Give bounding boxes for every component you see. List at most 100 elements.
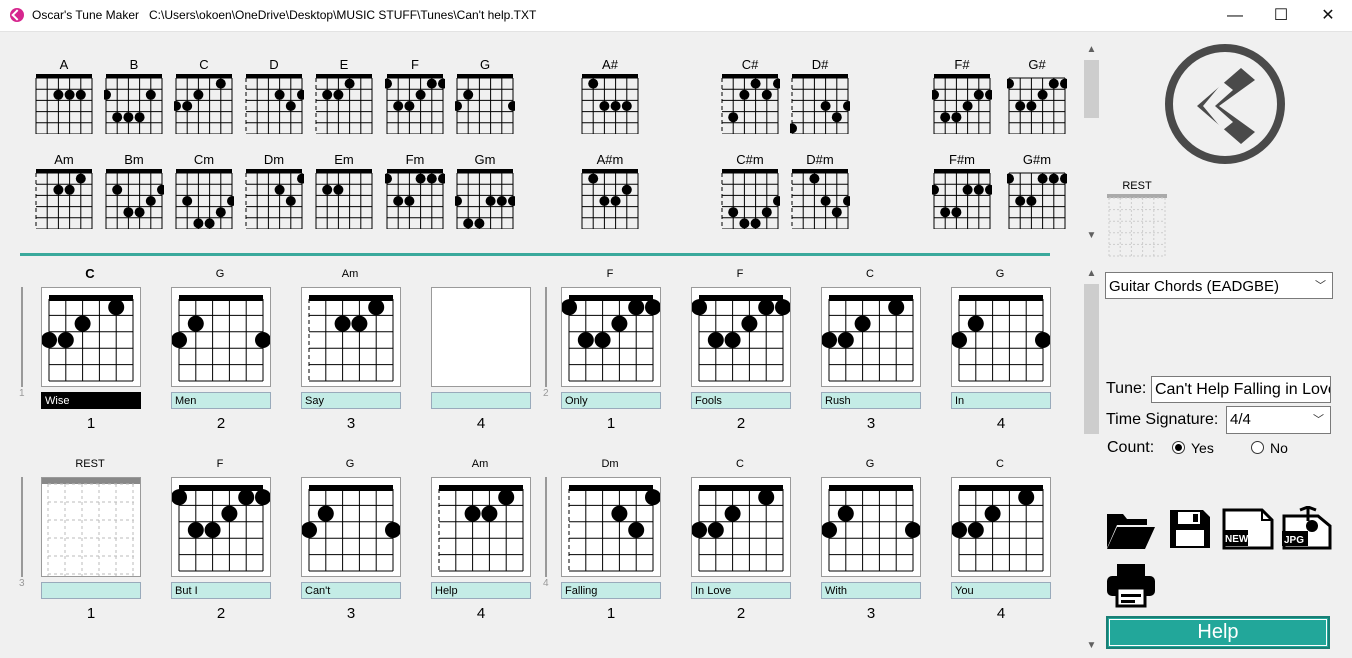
tune-scroll-thumb[interactable] <box>1084 284 1099 434</box>
beat-chord-box[interactable] <box>691 287 791 387</box>
open-folder-icon[interactable] <box>1105 508 1157 552</box>
save-disk-icon[interactable] <box>1168 508 1212 550</box>
tune-input[interactable]: Can't Help Falling in Love <box>1151 376 1331 403</box>
palette-chord-g[interactable] <box>455 72 515 134</box>
palette-chord-e[interactable] <box>314 72 374 134</box>
palette-chord-c[interactable] <box>174 72 234 134</box>
palette-chord-g-sharpm[interactable]: 4 <box>1007 167 1067 229</box>
palette-chord-d-sharp[interactable] <box>790 72 850 134</box>
palette-chord-bm[interactable] <box>104 167 164 229</box>
finger-dot <box>951 207 962 218</box>
rest-tile[interactable] <box>1107 194 1167 258</box>
beat-chord-box[interactable] <box>301 477 401 577</box>
palette-chord-g-sharp[interactable]: 4 <box>1007 72 1067 134</box>
palette-chord-b[interactable] <box>104 72 164 134</box>
palette-chord-cm[interactable] <box>174 167 234 229</box>
minimize-button[interactable]: — <box>1212 0 1258 31</box>
new-file-icon[interactable]: NEW <box>1222 508 1274 550</box>
beat-chord-box[interactable] <box>821 477 921 577</box>
time-signature-select[interactable]: 4/4 ﹀ <box>1226 406 1331 434</box>
lyric-field[interactable]: Only <box>561 392 661 409</box>
palette-chord-d-sharpm[interactable] <box>790 167 850 229</box>
palette-chord-gm[interactable] <box>455 167 515 229</box>
palette-chord-label: D#m <box>806 152 834 167</box>
lyric-field[interactable] <box>41 582 141 599</box>
palette-chord-f[interactable] <box>385 72 445 134</box>
beat-chord-box[interactable] <box>301 287 401 387</box>
lyric-field[interactable]: In <box>951 392 1051 409</box>
help-button[interactable]: Help <box>1106 616 1330 649</box>
beat-chord-box[interactable] <box>691 477 791 577</box>
finger-dot <box>621 101 632 111</box>
beat-chord-box[interactable] <box>561 477 661 577</box>
palette-chord-f-sharpm[interactable] <box>932 167 992 229</box>
lyric-field[interactable] <box>431 392 531 409</box>
scroll-down-arrow[interactable]: ▼ <box>1083 640 1100 651</box>
tune-scrollbar[interactable]: ▲ ▼ <box>1083 268 1100 654</box>
finger-dot <box>112 112 123 123</box>
lyric-field[interactable]: Help <box>431 582 531 599</box>
beat-chord-box[interactable] <box>561 287 661 387</box>
scroll-up-arrow[interactable]: ▲ <box>1083 268 1100 279</box>
finger-dot <box>821 522 837 538</box>
count-no-label[interactable]: No <box>1270 440 1288 456</box>
beat-chord-box[interactable] <box>171 477 271 577</box>
lyric-field[interactable]: But I <box>171 582 271 599</box>
lyric-field[interactable]: Can't <box>301 582 401 599</box>
lyric-field[interactable]: Fools <box>691 392 791 409</box>
palette-chord-c-sharpm[interactable] <box>720 167 780 229</box>
beat-chord-box[interactable] <box>431 477 531 577</box>
lyric-field[interactable]: You <box>951 582 1051 599</box>
finger-dot <box>561 299 577 316</box>
maximize-button[interactable]: ☐ <box>1258 0 1304 31</box>
scroll-down-arrow[interactable]: ▼ <box>1083 230 1100 241</box>
beat-chord-box[interactable] <box>951 287 1051 387</box>
palette-chord-fm[interactable] <box>385 167 445 229</box>
nut <box>792 169 848 173</box>
lyric-field[interactable]: Men <box>171 392 271 409</box>
close-button[interactable]: ✕ <box>1305 0 1351 31</box>
beat-chord-box[interactable] <box>171 287 271 387</box>
count-yes-label[interactable]: Yes <box>1191 440 1214 456</box>
lyric-field[interactable]: Wise <box>41 392 141 409</box>
finger-dot <box>628 299 645 316</box>
beat-chord-diagram <box>691 485 784 572</box>
palette-chord-f-sharp[interactable] <box>932 72 992 134</box>
palette-chord-a[interactable] <box>34 72 94 134</box>
beat-chord-diagram <box>561 295 661 382</box>
palette-chord-d[interactable] <box>244 72 304 134</box>
palette-chord-em[interactable] <box>314 167 374 229</box>
finger-dot <box>843 196 850 206</box>
beat-chord-box[interactable] <box>951 477 1051 577</box>
palette-chord-a-sharpm[interactable] <box>580 167 640 229</box>
beat-chord-box[interactable] <box>41 287 141 387</box>
palette-chord-dm[interactable] <box>244 167 304 229</box>
palette-scrollbar[interactable]: ▲ ▼ <box>1083 44 1100 244</box>
export-jpg-icon[interactable]: JPG <box>1280 506 1334 550</box>
palette-chord-a-sharp[interactable] <box>580 72 640 134</box>
nut <box>36 74 92 78</box>
finger-dot <box>739 218 750 229</box>
lyric-field[interactable]: Falling <box>561 582 661 599</box>
count-yes-radio[interactable] <box>1172 441 1185 454</box>
lyric-field[interactable]: Rush <box>821 392 921 409</box>
beat-chord-box[interactable] <box>821 287 921 387</box>
printer-icon[interactable] <box>1105 562 1157 608</box>
finger-dot <box>333 184 344 195</box>
finger-dot <box>215 78 226 89</box>
palette-chord-c-sharp[interactable] <box>720 72 780 134</box>
lyric-field[interactable]: In Love <box>691 582 791 599</box>
nut <box>699 295 783 301</box>
beat-chord-box[interactable] <box>41 477 141 577</box>
beat-chord-box[interactable] <box>431 287 531 387</box>
finger-dot <box>297 173 304 184</box>
scroll-up-arrow[interactable]: ▲ <box>1083 44 1100 55</box>
instrument-select[interactable]: Guitar Chords (EADGBE) ﹀ <box>1105 272 1333 299</box>
palette-scroll-thumb[interactable] <box>1084 60 1099 118</box>
lyric-field[interactable]: With <box>821 582 921 599</box>
count-no-radio[interactable] <box>1251 441 1264 454</box>
finger-dot <box>724 505 741 522</box>
palette-chord-am[interactable] <box>34 167 94 229</box>
beat-number: 2 <box>736 605 746 622</box>
lyric-field[interactable]: Say <box>301 392 401 409</box>
